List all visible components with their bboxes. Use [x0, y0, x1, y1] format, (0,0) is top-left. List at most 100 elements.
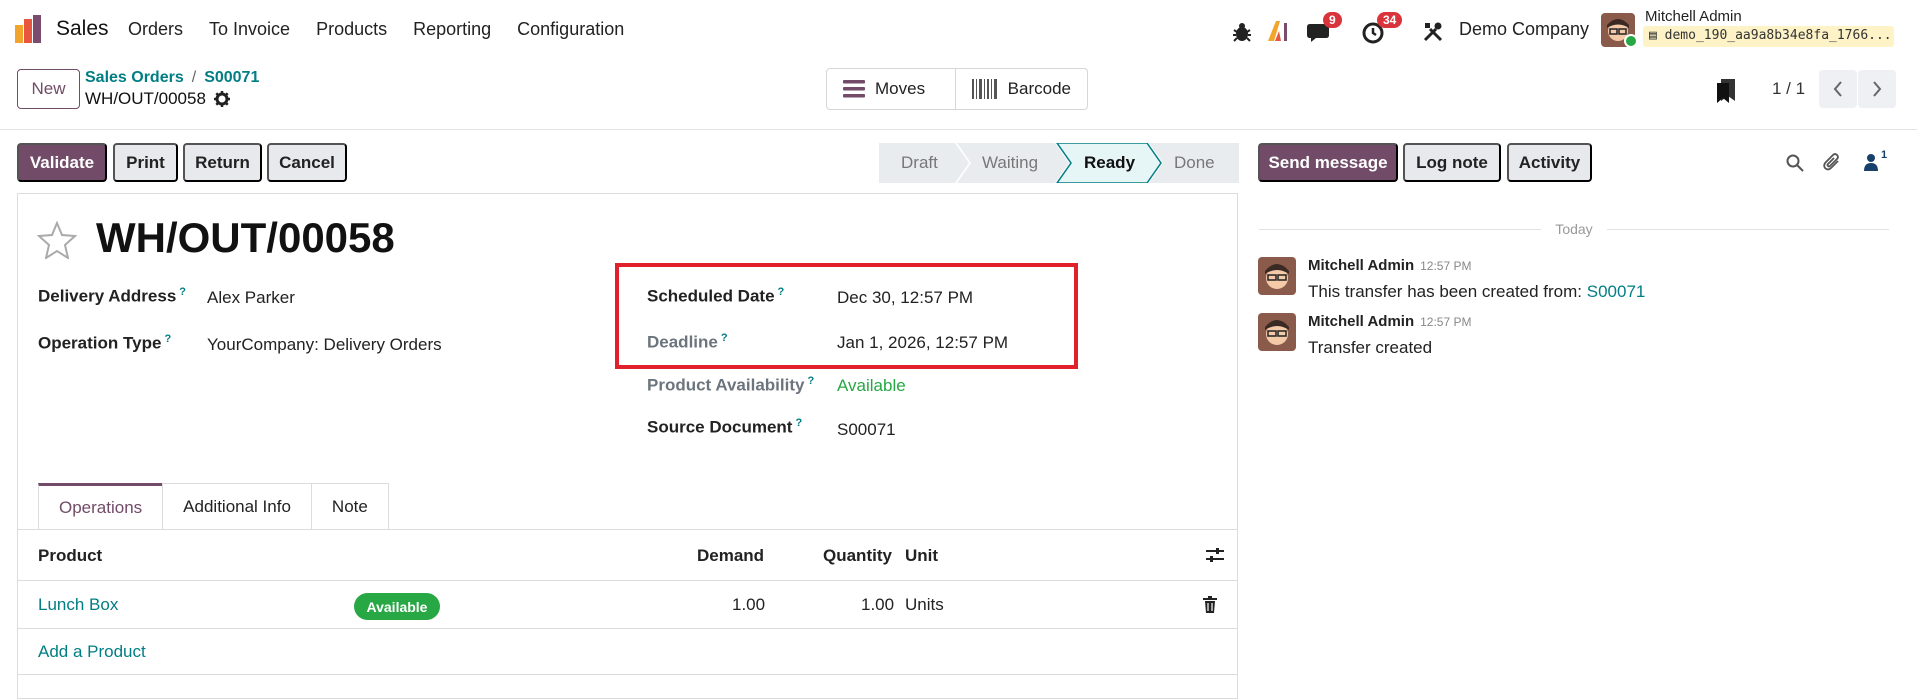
- menu-products[interactable]: Products: [316, 19, 387, 40]
- breadcrumb-separator: /: [191, 69, 197, 86]
- stage-waiting[interactable]: Waiting: [982, 153, 1038, 173]
- new-button[interactable]: New: [17, 69, 80, 109]
- stage-draft[interactable]: Draft: [901, 153, 938, 173]
- stage-done[interactable]: Done: [1174, 153, 1215, 173]
- messages-badge: 9: [1323, 12, 1342, 28]
- table-header-divider: [17, 580, 1238, 581]
- table-row-divider: [17, 628, 1238, 629]
- separator-line: [1606, 228, 1890, 230]
- return-button[interactable]: Return: [183, 143, 262, 182]
- row-quantity[interactable]: 1.00: [861, 595, 894, 615]
- operation-type-value[interactable]: YourCompany: Delivery Orders: [207, 335, 442, 355]
- paperclip-icon[interactable]: [1823, 152, 1841, 172]
- cancel-button[interactable]: Cancel: [267, 143, 347, 182]
- row-demand[interactable]: 1.00: [732, 595, 765, 615]
- stage-ready[interactable]: Ready: [1084, 153, 1135, 173]
- moves-smart-button[interactable]: Moves: [827, 69, 955, 109]
- online-status-icon: [1624, 34, 1638, 48]
- main-menu: Orders To Invoice Products Reporting Con…: [128, 19, 624, 40]
- menu-reporting[interactable]: Reporting: [413, 19, 491, 40]
- message-source-link[interactable]: S00071: [1587, 282, 1646, 301]
- top-navbar: Sales Orders To Invoice Products Reporti…: [0, 0, 1917, 58]
- row-unit[interactable]: Units: [905, 595, 944, 615]
- column-product[interactable]: Product: [38, 546, 102, 566]
- table-footer-divider: [17, 674, 1238, 675]
- column-demand[interactable]: Demand: [697, 546, 764, 566]
- record-breadcrumb: WH/OUT/00058: [85, 89, 230, 109]
- delivery-address-value[interactable]: Alex Parker: [207, 288, 295, 308]
- user-name[interactable]: Mitchell Admin: [1645, 8, 1742, 25]
- tab-additional-info[interactable]: Additional Info: [162, 483, 312, 530]
- tab-operations[interactable]: Operations: [38, 483, 164, 530]
- moves-label: Moves: [875, 79, 926, 98]
- column-quantity[interactable]: Quantity: [823, 546, 892, 566]
- product-availability-label: Product Availability?: [647, 375, 815, 395]
- company-switcher[interactable]: Demo Company: [1459, 19, 1589, 40]
- log-note-button[interactable]: Log note: [1403, 143, 1501, 182]
- activities-badge: 34: [1377, 12, 1403, 28]
- send-message-button[interactable]: Send message: [1258, 143, 1398, 182]
- pager-value[interactable]: 1 / 1: [1772, 79, 1805, 99]
- chevron-right-icon: [1873, 81, 1882, 97]
- help-tooltip-icon[interactable]: ?: [795, 417, 802, 429]
- tools-icon[interactable]: [1422, 17, 1444, 47]
- tabs-divider: [17, 529, 1238, 530]
- search-icon[interactable]: [1786, 154, 1804, 172]
- print-button[interactable]: Print: [113, 143, 178, 182]
- breadcrumb-order[interactable]: S00071: [204, 69, 259, 86]
- help-tooltip-icon[interactable]: ?: [179, 286, 186, 298]
- star-icon[interactable]: [37, 221, 77, 259]
- product-availability-value: Available: [837, 376, 906, 395]
- row-product[interactable]: Lunch Box: [38, 595, 118, 615]
- followers-count: 1: [1881, 149, 1888, 161]
- menu-to-invoice[interactable]: To Invoice: [209, 19, 290, 40]
- pager-previous-button[interactable]: [1819, 70, 1857, 108]
- database-icon: ▤: [1649, 28, 1657, 43]
- validate-button[interactable]: Validate: [17, 143, 107, 182]
- menu-orders[interactable]: Orders: [128, 19, 183, 40]
- date-separator-label: Today: [1555, 221, 1593, 237]
- smart-buttons: Moves Barcode: [826, 68, 1088, 110]
- database-label: demo_190_aa9a8b34e8fa_1766...: [1664, 28, 1892, 43]
- notebook-tabs: Operations Additional Info Note: [38, 483, 389, 530]
- date-separator: Today: [1259, 219, 1890, 239]
- message-body: This transfer has been created from: S00…: [1308, 282, 1646, 301]
- control-panel-divider: [0, 129, 1917, 130]
- record-title: WH/OUT/00058: [96, 214, 395, 261]
- followers-icon[interactable]: [1863, 153, 1879, 171]
- sales-app-icon[interactable]: [15, 15, 43, 43]
- message-time: 12:57 PM: [1420, 259, 1472, 273]
- message-time: 12:57 PM: [1420, 315, 1472, 329]
- barcode-label: Barcode: [1007, 79, 1071, 98]
- gear-icon[interactable]: [213, 91, 230, 107]
- menu-configuration[interactable]: Configuration: [517, 19, 624, 40]
- breadcrumb-sales-orders[interactable]: Sales Orders: [85, 69, 184, 86]
- record-name: WH/OUT/00058: [85, 89, 206, 108]
- operation-type-label: Operation Type?: [38, 333, 172, 353]
- app-name[interactable]: Sales: [56, 17, 109, 41]
- highlight-box: [615, 263, 1078, 369]
- source-document-label: Source Document?: [647, 417, 803, 437]
- column-unit[interactable]: Unit: [905, 546, 938, 566]
- add-product-link[interactable]: Add a Product: [38, 642, 146, 662]
- message-author[interactable]: Mitchell Admin 12:57 PM: [1308, 313, 1472, 330]
- help-tooltip-icon[interactable]: ?: [164, 333, 171, 345]
- message-author[interactable]: Mitchell Admin 12:57 PM: [1308, 257, 1472, 274]
- column-settings-icon[interactable]: [1205, 545, 1225, 565]
- bookmarks-icon[interactable]: [1715, 79, 1737, 103]
- message-avatar[interactable]: [1258, 313, 1296, 351]
- activity-button[interactable]: Activity: [1507, 143, 1592, 182]
- status-badge: Available: [354, 593, 440, 620]
- pager-next-button[interactable]: [1858, 70, 1896, 108]
- barcode-icon: [971, 79, 997, 99]
- help-tooltip-icon[interactable]: ?: [807, 375, 814, 387]
- message-avatar[interactable]: [1258, 257, 1296, 295]
- tab-note[interactable]: Note: [310, 483, 389, 530]
- barcode-smart-button[interactable]: Barcode: [954, 69, 1087, 109]
- source-document-value[interactable]: S00071: [837, 420, 896, 440]
- bug-icon[interactable]: [1232, 17, 1252, 47]
- chevron-left-icon: [1833, 81, 1842, 97]
- trash-icon[interactable]: [1203, 596, 1217, 613]
- separator-line: [1259, 228, 1542, 230]
- ai-icon[interactable]: [1266, 16, 1290, 46]
